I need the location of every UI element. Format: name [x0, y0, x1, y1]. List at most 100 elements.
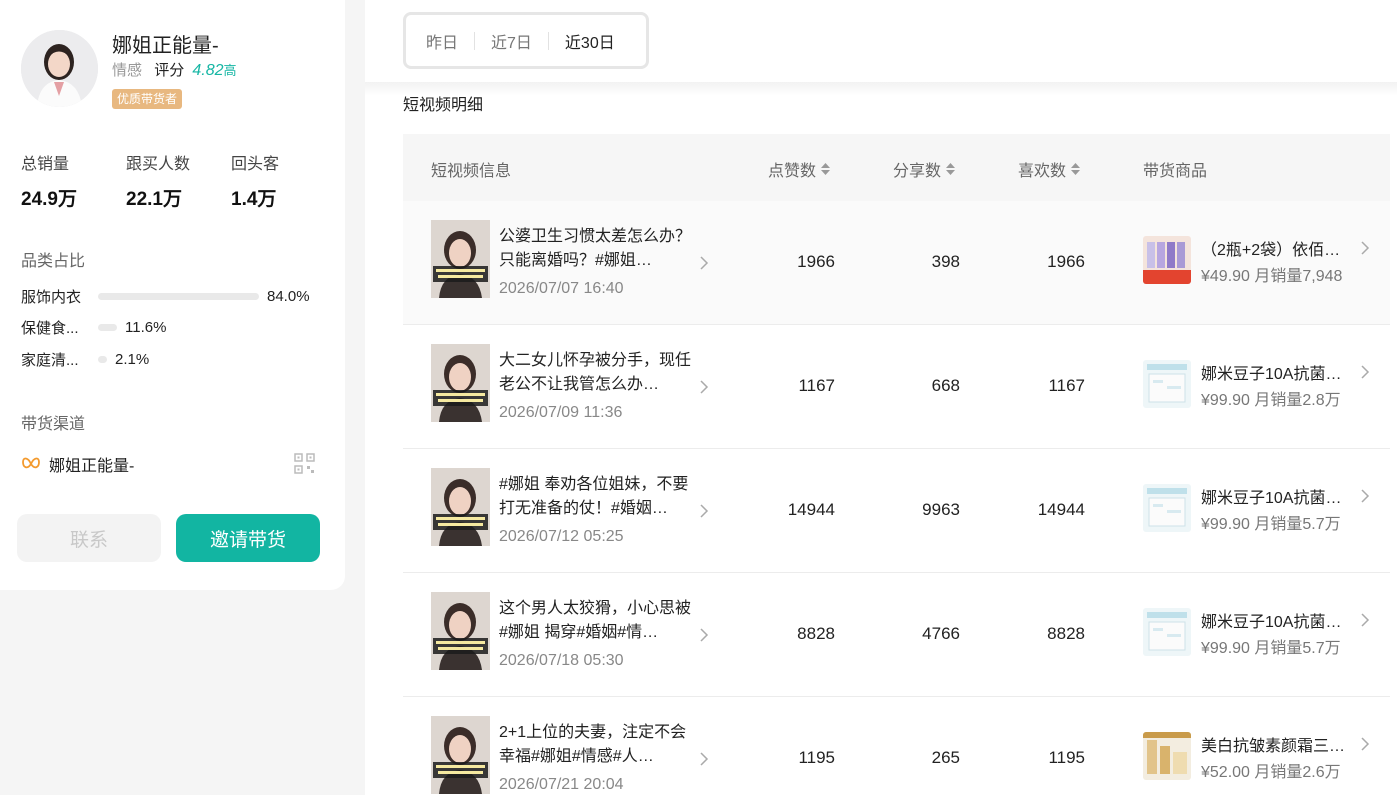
- table-row[interactable]: 2+1上位的夫妻，注定不会幸福#娜姐#情感#人… 2026/07/21 20:0…: [403, 697, 1390, 795]
- chevron-right-icon[interactable]: [700, 380, 709, 394]
- category-item: 服饰内衣 84.0%: [21, 285, 310, 307]
- score-level: 高: [223, 63, 237, 78]
- likes-count: 1195: [798, 748, 835, 767]
- product-name[interactable]: 娜米豆子10A抗菌…: [1201, 360, 1353, 384]
- chevron-right-icon[interactable]: [1361, 737, 1370, 751]
- product-thumbnail[interactable]: [1143, 484, 1191, 532]
- section-title: 短视频明细: [403, 97, 484, 114]
- table-row[interactable]: 这个男人太狡猾，小心思被#娜姐 揭穿#婚姻#情… 2026/07/18 05:3…: [403, 573, 1390, 697]
- product-price-sales: ¥52.00 月销量2.6万: [1201, 764, 1341, 781]
- category-section-title: 品类占比: [21, 253, 86, 270]
- sort-icon: [1071, 163, 1081, 175]
- stat-followers: 跟买人数 22.1万: [126, 150, 190, 211]
- category-percent: 84.0%: [267, 287, 310, 305]
- avatar[interactable]: [21, 30, 98, 107]
- product-thumbnail[interactable]: [1143, 608, 1191, 656]
- header-likes[interactable]: 点赞数: [768, 157, 831, 181]
- video-thumbnail[interactable]: [431, 592, 490, 670]
- product-thumbnail[interactable]: [1143, 360, 1191, 408]
- video-detail-panel: 昨日 近7日 近30日 短视频明细 短视频信息 点赞数 分享数 喜欢数 带货商品: [365, 0, 1397, 795]
- product-price-sales: ¥99.90 月销量5.7万: [1201, 640, 1341, 657]
- sort-icon: [821, 163, 831, 175]
- category-item: 家庭清... 2.1%: [21, 348, 149, 370]
- video-title[interactable]: 这个男人太狡猾，小心思被#娜姐 揭穿#婚姻#情…: [499, 597, 699, 645]
- video-title[interactable]: 2+1上位的夫妻，注定不会幸福#娜姐#情感#人…: [499, 721, 699, 769]
- likes-count: 1966: [797, 252, 835, 271]
- contact-button[interactable]: 联系: [17, 514, 161, 562]
- favorites-count: 1966: [1047, 252, 1085, 271]
- stat-total-sales: 总销量 24.9万: [21, 150, 77, 211]
- category-percent: 2.1%: [115, 350, 150, 368]
- channel-name: 娜姐正能量-: [49, 458, 135, 475]
- score-value: 4.82: [192, 62, 224, 79]
- tab-yesterday[interactable]: 昨日: [422, 29, 474, 53]
- stat-returning: 回头客 1.4万: [231, 150, 279, 211]
- profile-category: 情感: [112, 62, 143, 79]
- header-favorites[interactable]: 喜欢数: [1018, 157, 1081, 181]
- date-range-tabs: 昨日 近7日 近30日: [403, 12, 649, 69]
- qr-code-icon[interactable]: [294, 453, 315, 474]
- chevron-right-icon[interactable]: [700, 256, 709, 270]
- video-thumbnail[interactable]: [431, 220, 490, 298]
- video-date: 2026/07/09 11:36: [499, 404, 623, 421]
- category-bar: [98, 323, 117, 331]
- chevron-right-icon[interactable]: [1361, 613, 1370, 627]
- video-title[interactable]: 大二女儿怀孕被分手，现任老公不让我管怎么办…: [499, 349, 699, 397]
- product-thumbnail[interactable]: [1143, 236, 1191, 284]
- table-row[interactable]: #娜姐 奉劝各位姐妹，不要打无准备的仗！#婚姻… 2026/07/12 05:2…: [403, 449, 1390, 573]
- category-name: 保健食...: [21, 319, 79, 337]
- header-video-info: 短视频信息: [431, 163, 512, 180]
- profile-meta: 情感 评分 4.82高: [112, 59, 237, 80]
- table-row[interactable]: 公婆卫生习惯太差怎么办？只能离婚吗？#娜姐… 2026/07/07 16:40 …: [403, 201, 1390, 325]
- category-name: 服饰内衣: [21, 288, 82, 306]
- shares-count: 668: [931, 376, 960, 395]
- video-date: 2026/07/21 20:04: [499, 776, 624, 793]
- stat-label: 总销量: [21, 156, 70, 173]
- chevron-right-icon[interactable]: [700, 752, 709, 766]
- shares-count: 265: [931, 748, 960, 767]
- tab-30days[interactable]: 近30日: [549, 29, 631, 53]
- chevron-right-icon[interactable]: [1361, 489, 1370, 503]
- product-name[interactable]: 娜米豆子10A抗菌…: [1201, 608, 1353, 632]
- category-item: 保健食... 11.6%: [21, 316, 166, 338]
- category-bar: [98, 292, 259, 300]
- invite-button[interactable]: 邀请带货: [176, 514, 320, 562]
- stat-value: 1.4万: [231, 189, 277, 210]
- category-name: 家庭清...: [21, 351, 79, 369]
- video-title[interactable]: #娜姐 奉劝各位姐妹，不要打无准备的仗！#婚姻…: [499, 473, 699, 521]
- favorites-count: 8828: [1047, 624, 1085, 643]
- likes-count: 14944: [787, 500, 835, 519]
- shares-count: 9963: [922, 500, 960, 519]
- video-title[interactable]: 公婆卫生习惯太差怎么办？只能离婚吗？#娜姐…: [499, 225, 699, 273]
- channel-item[interactable]: 娜姐正能量-: [21, 452, 134, 476]
- header-shares[interactable]: 分享数: [893, 157, 956, 181]
- video-date: 2026/07/18 05:30: [499, 652, 624, 669]
- video-thumbnail[interactable]: [431, 344, 490, 422]
- video-thumbnail[interactable]: [431, 468, 490, 546]
- chevron-right-icon[interactable]: [1361, 241, 1370, 255]
- stat-label: 回头客: [231, 156, 280, 173]
- table-row[interactable]: 大二女儿怀孕被分手，现任老公不让我管怎么办… 2026/07/09 11:36 …: [403, 325, 1390, 449]
- shares-count: 398: [931, 252, 960, 271]
- chevron-right-icon[interactable]: [1361, 365, 1370, 379]
- chevron-right-icon[interactable]: [700, 628, 709, 642]
- tab-7days[interactable]: 近7日: [475, 29, 548, 53]
- stat-value: 24.9万: [21, 189, 77, 210]
- favorites-count: 1167: [1048, 376, 1085, 395]
- product-name[interactable]: （2瓶+2袋）依佰…: [1201, 236, 1353, 260]
- header-shadow: [365, 82, 1397, 96]
- category-bar: [98, 355, 107, 363]
- quality-badge: 优质带货者: [112, 89, 183, 109]
- chevron-right-icon[interactable]: [700, 504, 709, 518]
- video-date: 2026/07/07 16:40: [499, 280, 624, 297]
- product-name[interactable]: 美白抗皱素颜霜三…: [1201, 732, 1353, 756]
- product-thumbnail[interactable]: [1143, 732, 1191, 780]
- video-thumbnail[interactable]: [431, 716, 490, 794]
- score-label: 评分: [154, 62, 185, 79]
- table-header: 短视频信息 点赞数 分享数 喜欢数 带货商品: [403, 134, 1390, 201]
- profile-name: 娜姐正能量-: [112, 35, 219, 57]
- product-name[interactable]: 娜米豆子10A抗菌…: [1201, 484, 1353, 508]
- category-percent: 11.6%: [125, 318, 167, 336]
- kuaishou-butterfly-icon: [22, 457, 40, 469]
- stat-label: 跟买人数: [126, 156, 191, 173]
